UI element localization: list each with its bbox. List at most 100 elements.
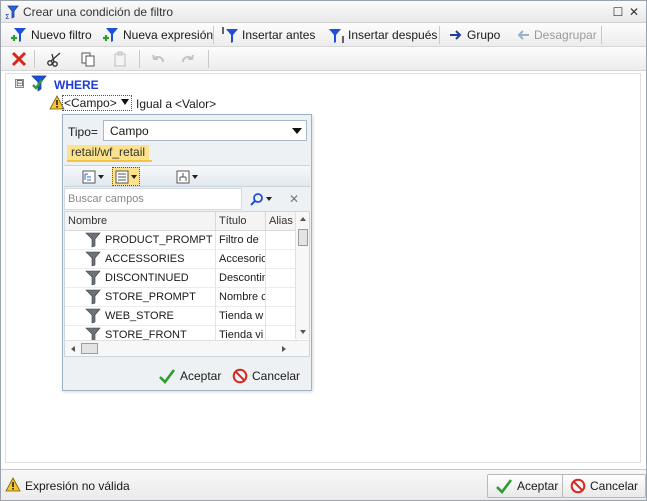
- chevron-down-icon: [98, 174, 104, 179]
- undo-button[interactable]: [149, 50, 167, 68]
- chevron-down-icon: [192, 174, 198, 179]
- table-row[interactable]: DISCONTINUED Descontin: [65, 269, 297, 288]
- group-button[interactable]: Grupo: [448, 25, 500, 45]
- type-select-value: Campo: [110, 124, 149, 138]
- main-toolbar: Nuevo filtro Nueva expresión Insertar an…: [1, 23, 646, 47]
- vertical-scrollbar[interactable]: [295, 212, 309, 339]
- delete-button[interactable]: [10, 50, 28, 68]
- toolbar-separator: [601, 26, 602, 44]
- scroll-thumb[interactable]: [298, 229, 308, 246]
- insert-before-button[interactable]: Insertar antes: [221, 25, 315, 45]
- cut-button[interactable]: [45, 50, 63, 68]
- dialog-title: Crear una condición de filtro: [23, 5, 174, 19]
- popup-cancel-button[interactable]: Cancelar: [232, 368, 300, 384]
- clear-search-button[interactable]: ✕: [279, 190, 309, 208]
- table-row[interactable]: PRODUCT_PROMPT Filtro de: [65, 231, 297, 250]
- field-title: Descontin: [216, 269, 266, 288]
- filter-condition-dialog: Σ Crear una condición de filtro ☐ ✕ Nuev…: [0, 0, 647, 501]
- toolbar-separator: [139, 50, 140, 68]
- cancel-icon: [570, 478, 586, 494]
- view-mode-button[interactable]: [80, 167, 106, 186]
- field-filter-icon: [85, 288, 103, 307]
- scroll-right-icon: [282, 346, 286, 352]
- data-source-chip[interactable]: retail/wf_retail: [67, 145, 150, 160]
- check-icon: [496, 479, 513, 494]
- new-expression-button[interactable]: Nueva expresión: [102, 25, 213, 45]
- maximize-button[interactable]: ☐: [612, 6, 624, 18]
- insert-after-button[interactable]: Insertar después: [327, 25, 437, 45]
- horizontal-scrollbar[interactable]: [65, 340, 309, 356]
- field-search-input[interactable]: Buscar campos: [64, 188, 242, 210]
- field-filter-icon: [85, 231, 103, 250]
- copy-icon: [81, 52, 95, 67]
- sort-button[interactable]: [174, 167, 200, 186]
- tree-view-icon: [82, 170, 96, 183]
- new-filter-button[interactable]: Nuevo filtro: [10, 25, 92, 45]
- search-icon: [250, 193, 263, 206]
- value-placeholder[interactable]: <Valor>: [175, 97, 216, 111]
- status-message: Expresión no válida: [25, 479, 130, 493]
- scissors-icon: [47, 52, 61, 67]
- type-select[interactable]: Campo: [103, 120, 307, 141]
- chevron-down-icon: [131, 174, 137, 179]
- table-row[interactable]: STORE_PROMPT Nombre c: [65, 288, 297, 307]
- insert-before-label: Insertar antes: [242, 28, 316, 42]
- field-title: Accesorio: [216, 250, 266, 269]
- cancel-button[interactable]: Cancelar: [562, 474, 647, 498]
- undo-icon: [152, 54, 164, 63]
- list-view-button[interactable]: [112, 167, 140, 186]
- type-label: Tipo=: [68, 125, 98, 139]
- operator-selector[interactable]: Igual a: [136, 97, 172, 111]
- chevron-down-icon: [266, 197, 272, 201]
- field-name: DISCONTINUED: [105, 269, 216, 288]
- scroll-down-icon: [300, 330, 306, 334]
- collapse-toggle[interactable]: ⊟: [15, 79, 24, 88]
- toolbar-separator: [34, 50, 35, 68]
- copy-button[interactable]: [79, 50, 97, 68]
- field-selector[interactable]: <Campo>: [62, 95, 132, 111]
- popup-cancel-label: Cancelar: [252, 369, 301, 383]
- redo-button[interactable]: [179, 50, 197, 68]
- redo-icon: [182, 54, 194, 63]
- field-picker-popup: Tipo= Campo retail/wf_retail Buscar camp…: [62, 114, 312, 391]
- cancel-icon: [232, 368, 248, 384]
- search-button[interactable]: [246, 190, 276, 208]
- column-header-name[interactable]: Nombre: [65, 212, 216, 231]
- new-filter-label: Nuevo filtro: [31, 28, 92, 42]
- table-row[interactable]: ACCESSORIES Accesorio: [65, 250, 297, 269]
- field-alias: [266, 288, 297, 307]
- field-filter-icon: [85, 250, 103, 269]
- field-name: WEB_STORE: [105, 307, 216, 326]
- source-underline: [67, 160, 152, 162]
- field-title: Nombre c: [216, 288, 266, 307]
- close-button[interactable]: ✕: [628, 6, 640, 18]
- filter-sigma-icon: Σ: [5, 5, 19, 20]
- column-header-title[interactable]: Título: [216, 212, 266, 231]
- ungroup-button[interactable]: Desagrupar: [515, 25, 597, 45]
- insert-after-label: Insertar después: [348, 28, 438, 42]
- insert-before-icon: [222, 27, 238, 43]
- svg-text:Σ: Σ: [5, 13, 9, 20]
- edit-toolbar: [1, 47, 646, 71]
- new-expression-icon: [103, 28, 118, 42]
- new-expression-label: Nueva expresión: [123, 28, 214, 42]
- accept-button[interactable]: Aceptar: [487, 474, 567, 498]
- paste-button[interactable]: [111, 50, 129, 68]
- field-name: STORE_PROMPT: [105, 288, 216, 307]
- field-selector-value: <Campo>: [64, 96, 117, 110]
- popup-accept-button[interactable]: Aceptar: [158, 368, 221, 384]
- table-row[interactable]: WEB_STORE Tienda w: [65, 307, 297, 326]
- title-bar: Σ Crear una condición de filtro ☐ ✕: [1, 1, 646, 23]
- new-filter-icon: [11, 28, 26, 42]
- field-alias: [266, 307, 297, 326]
- popup-footer: Aceptar Cancelar: [63, 361, 311, 391]
- where-clause-label[interactable]: WHERE: [54, 78, 99, 92]
- arrow-left-icon: [517, 30, 529, 40]
- toolbar-separator: [439, 26, 440, 44]
- group-label: Grupo: [467, 28, 501, 42]
- popup-accept-label: Aceptar: [180, 369, 222, 383]
- scroll-thumb[interactable]: [81, 343, 98, 354]
- column-header-alias[interactable]: Alias: [266, 212, 297, 231]
- table-header: Nombre Título Alias: [65, 212, 297, 231]
- hierarchy-icon: [176, 170, 190, 183]
